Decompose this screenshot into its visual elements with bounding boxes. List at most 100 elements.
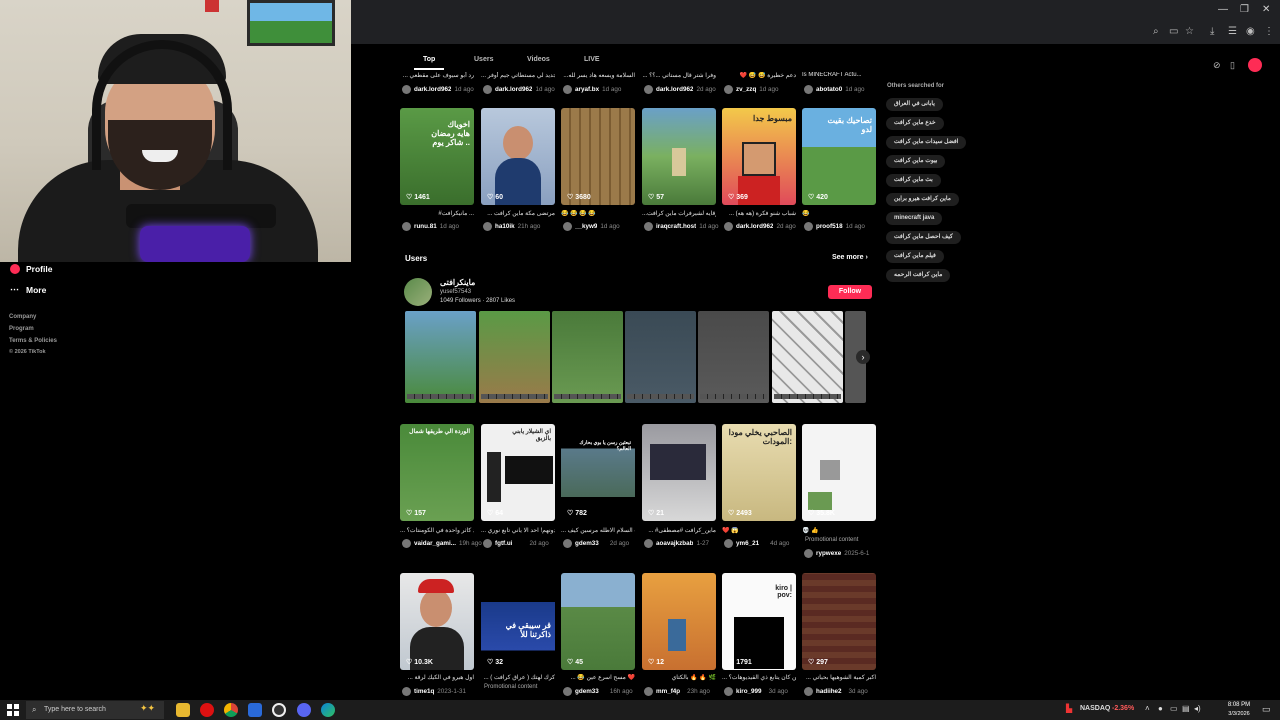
- video-thumbnail[interactable]: ♡ 10.3K: [400, 573, 474, 670]
- video-caption[interactable]: ... 😂 مسح اسرع عين ❤️: [561, 674, 635, 681]
- video-caption[interactable]: ... من كان يتابع ذي القيديوهات؟: [722, 674, 796, 681]
- video-author[interactable]: aoavajkzbab 1-27: [644, 539, 709, 548]
- video-thumbnail[interactable]: تبعثين رسن يا بوي بحارك العالم؟ ♡ 782: [561, 424, 635, 521]
- video-caption[interactable]: 😂: [802, 210, 876, 217]
- video-caption[interactable]: ... برنت السلام الاطله مرسين كيف: [561, 527, 635, 534]
- video-author[interactable]: rypwexe 2025-6-1: [804, 549, 869, 558]
- restore-button[interactable]: ❐: [1240, 4, 1249, 15]
- video-author[interactable]: mm_f4p 23h ago: [644, 687, 710, 696]
- video-author[interactable]: iraqcraft.host 1d ago: [644, 222, 719, 231]
- user-video-thumbnail[interactable]: [772, 311, 843, 403]
- see-more-link[interactable]: See more ›: [832, 254, 868, 261]
- video-author[interactable]: zv_zzq 1d ago: [724, 85, 779, 94]
- video-caption[interactable]: ... رد أبو سيوف على مقطعي: [400, 72, 474, 79]
- video-caption[interactable]: ... كرك لهتك ( عراق كرافت ): [481, 674, 555, 681]
- video-caption[interactable]: 💀 👍: [802, 527, 876, 534]
- video-author[interactable]: kiro_999 3d ago: [724, 687, 788, 696]
- chevron-right-icon[interactable]: ›: [856, 350, 870, 364]
- video-thumbnail[interactable]: ♡ 35.8K: [802, 424, 876, 521]
- user-video-thumbnail[interactable]: [625, 311, 696, 403]
- obs-icon[interactable]: [272, 703, 286, 717]
- file-explorer-icon[interactable]: [176, 703, 190, 717]
- opera-icon[interactable]: [200, 703, 214, 717]
- video-thumbnail[interactable]: ♡ 297: [802, 573, 876, 670]
- tab-users[interactable]: Users: [474, 56, 493, 63]
- video-author[interactable]: aryaf.bx 1d ago: [563, 85, 621, 94]
- user-video-thumbnail[interactable]: [698, 311, 769, 403]
- minimize-button[interactable]: —: [1218, 4, 1228, 15]
- search-suggestion-chip[interactable]: بيوت ماين كرافت: [886, 155, 946, 168]
- clock-date[interactable]: 3/3/2026: [1224, 711, 1254, 717]
- edge-icon[interactable]: [321, 703, 335, 717]
- video-caption[interactable]: ... مرتضى مكة ماين كرافت: [481, 210, 555, 217]
- user-video-thumbnail[interactable]: [405, 311, 476, 403]
- video-caption[interactable]: ...رقايه لشيرفرات ماين كرافت: [642, 210, 716, 217]
- footer-link-company[interactable]: Company: [9, 314, 36, 320]
- search-suggestion-chip[interactable]: ماين كرافت هيرو براين: [886, 193, 959, 206]
- video-thumbnail[interactable]: ♡ 57: [642, 108, 716, 205]
- zoom-icon[interactable]: ⌕: [1153, 26, 1159, 37]
- video-author[interactable]: gdem33 2d ago: [563, 539, 629, 548]
- video-author[interactable]: abotato0 1d ago: [804, 85, 865, 94]
- video-author[interactable]: runu.81 1d ago: [402, 222, 459, 231]
- video-caption[interactable]: 😂 😂 😂 😂: [561, 210, 635, 217]
- account-icon[interactable]: ◉: [1246, 26, 1255, 37]
- video-thumbnail[interactable]: اي الشيلار يابني بالزبق ♡ 64: [481, 424, 555, 521]
- search-suggestion-chip[interactable]: يابانی في العراق: [886, 98, 943, 111]
- video-author[interactable]: gdem33 16h ago: [563, 687, 633, 696]
- cast-icon[interactable]: ▭: [1169, 26, 1178, 37]
- search-suggestion-chip[interactable]: خدع ماين كرافت: [886, 117, 944, 130]
- tab-videos[interactable]: Videos: [527, 56, 550, 63]
- app-icon[interactable]: [248, 703, 262, 717]
- video-caption[interactable]: ... شباب شنو فكرة (هه هه): [722, 210, 796, 217]
- chevron-up-icon[interactable]: ˄: [1145, 704, 1150, 713]
- search-suggestion-chip[interactable]: minecraft java: [886, 212, 943, 225]
- video-caption[interactable]: ... جديد لي مستطاتي جيم أوفر: [481, 72, 555, 79]
- video-author[interactable]: proof518 1d ago: [804, 222, 865, 231]
- video-thumbnail[interactable]: قر سيبقى في ذاكرتنا للأ ♡ 32: [481, 573, 555, 670]
- menu-icon[interactable]: ⋮: [1264, 26, 1274, 37]
- video-author[interactable]: fgtf.ui 2d ago: [483, 539, 549, 548]
- bookmark-star-icon[interactable]: ☆: [1185, 26, 1194, 37]
- user-video-thumbnail[interactable]: [479, 311, 550, 403]
- video-author[interactable]: vaidar_gami... 19h ago: [402, 539, 482, 548]
- video-author[interactable]: time1q 2023-1-31: [402, 687, 466, 696]
- network-icon[interactable]: ▭: [1170, 704, 1178, 713]
- video-caption[interactable]: #مانیکرافت ...: [400, 210, 474, 217]
- video-caption[interactable]: Is MINECRAFT Actu...: [802, 72, 876, 78]
- windows-start-icon[interactable]: [7, 704, 19, 716]
- video-author[interactable]: dark.lord962 2d ago: [644, 85, 716, 94]
- search-suggestion-chip[interactable]: فيلم ماين كرافت: [886, 250, 944, 263]
- video-thumbnail[interactable]: اخوياك هايه رمضان شاكر يوم .. ♡ 1461: [400, 108, 474, 205]
- mic-icon[interactable]: ●: [1158, 704, 1163, 713]
- video-caption[interactable]: ...السلامة ويسعه هاد يسر لله: [561, 72, 635, 79]
- clock-time[interactable]: 8:08 PM: [1226, 702, 1252, 708]
- close-button[interactable]: ✕: [1262, 4, 1270, 15]
- volume-icon[interactable]: ◂): [1194, 704, 1201, 713]
- video-thumbnail[interactable]: ♡ 12: [642, 573, 716, 670]
- video-thumbnail[interactable]: تصاحيك بقيت لدو ♡ 420: [802, 108, 876, 205]
- device-icon[interactable]: ▯: [1230, 60, 1235, 71]
- tab-top[interactable]: Top: [423, 56, 435, 63]
- search-suggestion-chip[interactable]: ماين كرافت الرحمه: [886, 269, 951, 282]
- video-author[interactable]: dark.lord962 1d ago: [402, 85, 474, 94]
- video-author[interactable]: dark.lord962 2d ago: [724, 222, 796, 231]
- copilot-sparkle-icon[interactable]: ✦✦: [140, 703, 155, 714]
- avatar[interactable]: [404, 278, 432, 306]
- video-author[interactable]: hadiihe2 3d ago: [804, 687, 868, 696]
- video-thumbnail[interactable]: مبسوط جدا ♡ 369: [722, 108, 796, 205]
- video-author[interactable]: dark.lord962 1d ago: [483, 85, 555, 94]
- footer-link-program[interactable]: Program: [9, 326, 34, 332]
- video-caption[interactable]: ... #ماين_كرافت #مصطفى: [642, 527, 716, 534]
- video-caption[interactable]: ... وفرا شتر قال مستاتي ...؟؟: [642, 72, 716, 79]
- download-icon[interactable]: ⤓: [1210, 26, 1214, 37]
- inbox-icon[interactable]: ⊘: [1213, 60, 1221, 71]
- video-caption[interactable]: ❤️ 😱: [722, 527, 796, 534]
- video-thumbnail[interactable]: الصاحبي يخلي مودا المودات: ♡ 2493: [722, 424, 796, 521]
- video-caption[interactable]: ... قد كأثر واحدة في الكومنتات؟: [400, 527, 474, 534]
- sidebar-item-profile[interactable]: Profile: [10, 264, 52, 274]
- search-suggestion-chip[interactable]: كيف احصل ماين كرافت: [886, 231, 961, 244]
- video-thumbnail[interactable]: ♡ 45: [561, 573, 635, 670]
- chrome-icon[interactable]: [224, 703, 238, 717]
- video-caption[interactable]: ... دونهم! احد الا ياني تابع نوري: [481, 527, 555, 534]
